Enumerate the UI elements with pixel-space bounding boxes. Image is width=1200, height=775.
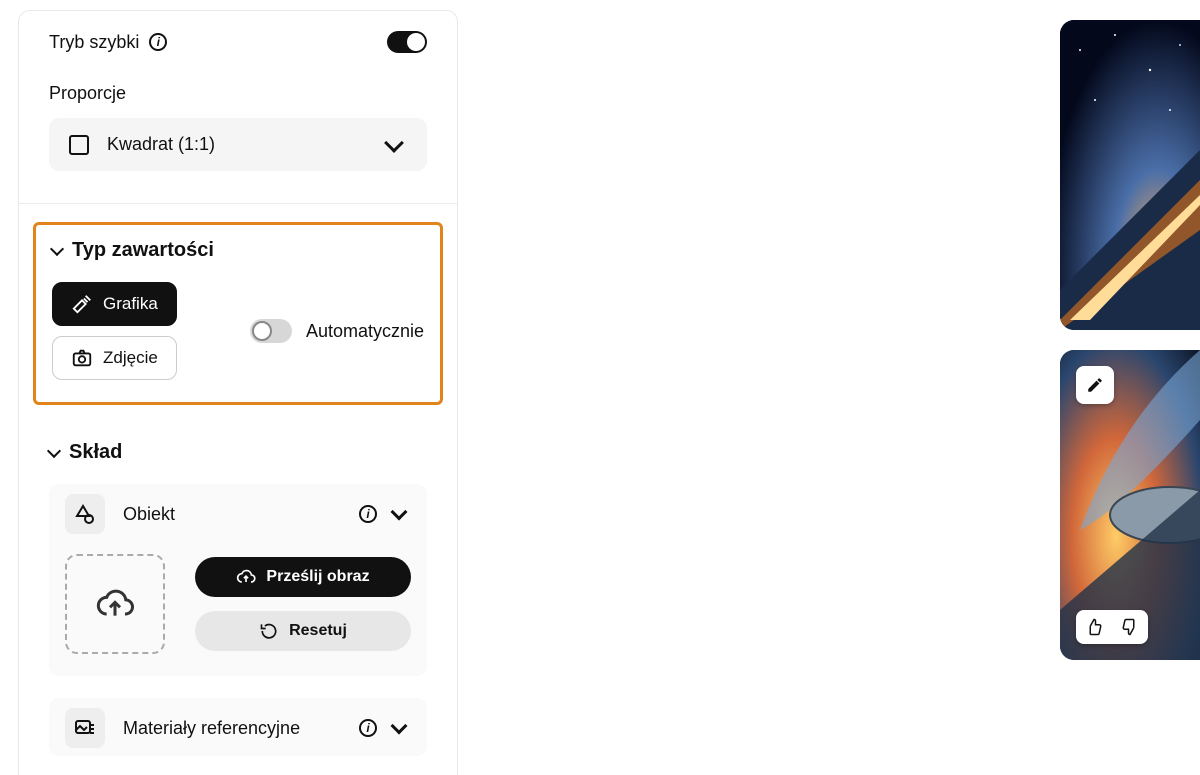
edit-button[interactable] — [1076, 366, 1114, 404]
object-label: Obiekt — [123, 504, 175, 525]
thumbs-up-button[interactable] — [1076, 610, 1112, 644]
upload-image-button[interactable]: Prześlij obraz — [195, 557, 411, 597]
chip-photo[interactable]: Zdjęcie — [52, 336, 177, 380]
spaceship-image — [1060, 20, 1200, 330]
reset-button[interactable]: Resetuj — [195, 611, 411, 651]
preview-thumbnail[interactable] — [1060, 20, 1200, 330]
chevron-down-icon[interactable] — [391, 718, 408, 735]
reference-label: Materiały referencyjne — [123, 718, 300, 739]
square-icon — [69, 135, 89, 155]
aspect-ratio-select[interactable]: Kwadrat (1:1) — [49, 118, 427, 171]
thumbs-up-icon — [1085, 618, 1103, 636]
content-type-header[interactable]: Typ zawartości — [52, 239, 424, 262]
quick-mode-toggle[interactable] — [387, 31, 427, 53]
shapes-icon — [65, 494, 105, 534]
rating-buttons — [1076, 610, 1148, 644]
composition-header[interactable]: Skład — [49, 441, 427, 464]
content-type-section: Typ zawartości Grafika Zdjęcie Automatyc… — [33, 222, 443, 405]
preview-thumbnail[interactable] — [1060, 350, 1200, 660]
pencil-icon — [1086, 376, 1104, 394]
aspect-ratio-label: Proporcje — [49, 83, 427, 104]
auto-toggle[interactable] — [250, 319, 292, 343]
chip-graphic[interactable]: Grafika — [52, 282, 177, 326]
chevron-down-icon — [50, 241, 64, 255]
thumbs-down-button[interactable] — [1112, 610, 1148, 644]
camera-icon — [71, 347, 93, 369]
reference-panel: Materiały referencyjne i — [49, 698, 427, 756]
upload-dropzone[interactable] — [65, 554, 165, 654]
auto-label: Automatycznie — [306, 321, 424, 342]
settings-sidebar: Tryb szybki i Proporcje Kwadrat (1:1) Ty… — [18, 10, 458, 775]
chevron-down-icon — [47, 443, 61, 457]
reset-icon — [259, 621, 279, 641]
quick-mode-label: Tryb szybki — [49, 32, 139, 53]
cloud-upload-icon — [95, 584, 135, 624]
aspect-ratio-value: Kwadrat (1:1) — [107, 134, 215, 155]
thumbs-down-icon — [1121, 618, 1139, 636]
info-icon[interactable]: i — [149, 33, 167, 51]
quick-mode-section: Tryb szybki i Proporcje Kwadrat (1:1) — [19, 11, 457, 204]
chevron-down-icon[interactable] — [391, 504, 408, 521]
chevron-down-icon — [384, 133, 404, 153]
info-icon[interactable]: i — [359, 505, 377, 523]
object-panel: Obiekt i Prześlij obraz — [49, 484, 427, 676]
preview-column — [1060, 20, 1200, 660]
composition-section: Skład Obiekt i — [19, 415, 457, 775]
pencil-brush-icon — [71, 293, 93, 315]
info-icon[interactable]: i — [359, 719, 377, 737]
image-reference-icon — [65, 708, 105, 748]
cloud-upload-icon — [236, 567, 256, 587]
